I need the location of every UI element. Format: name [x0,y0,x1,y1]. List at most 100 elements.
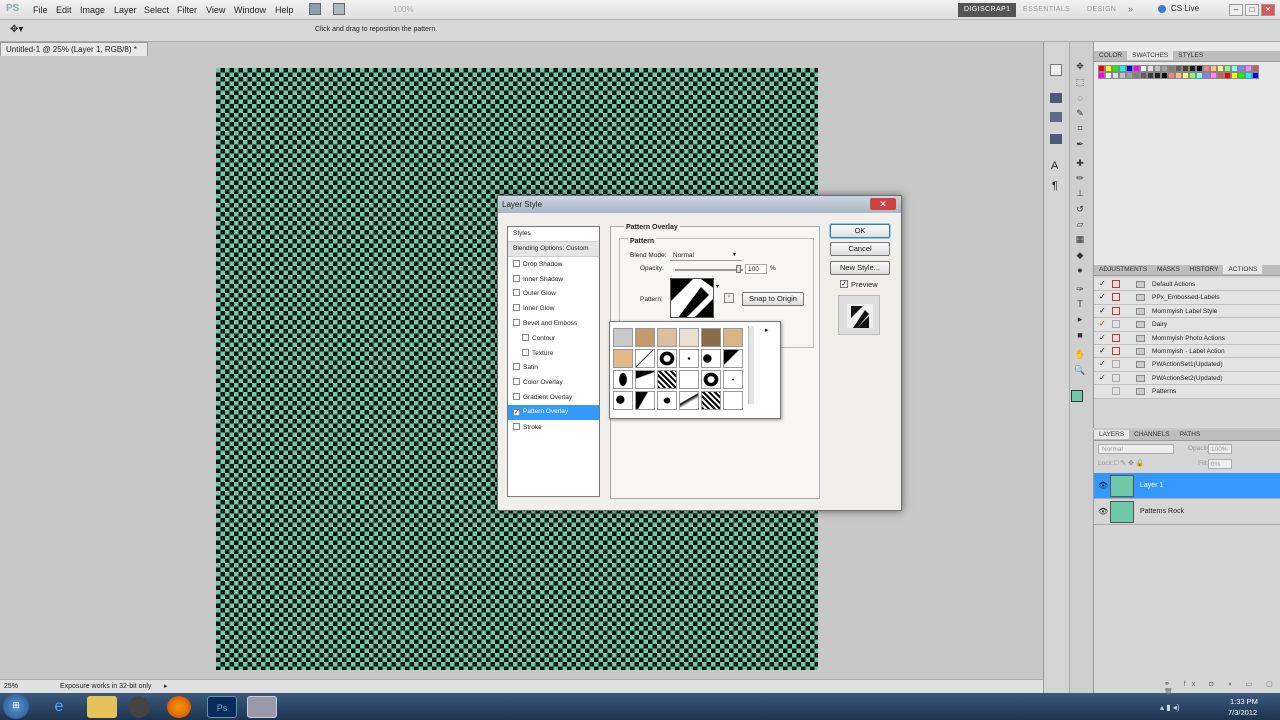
menu-image[interactable]: Image [80,5,105,15]
blur-tool-icon[interactable]: ◆ [1073,249,1087,262]
history-brush-icon[interactable]: ↺ [1073,203,1087,216]
pattern-swatch[interactable] [679,391,699,410]
effect-pattern-overlay[interactable]: ✓ Pattern Overlay [508,404,599,420]
tab-actions[interactable]: ACTIONS [1223,265,1263,274]
color-swatch[interactable] [1238,72,1245,79]
zoom-tool-icon[interactable]: 🔍 [1073,364,1087,377]
checkbox[interactable] [513,422,520,430]
pattern-swatch[interactable] [613,328,633,347]
pattern-swatch[interactable] [635,391,655,410]
effect-outer-glow[interactable]: Outer Glow [508,286,599,301]
move-tool-icon[interactable]: ✥▾ [10,24,23,35]
color-swatch[interactable] [1182,72,1189,79]
color-swatch[interactable] [1175,65,1182,72]
color-swatch[interactable] [1140,65,1147,72]
effect-color-overlay[interactable]: Color Overlay [508,375,599,390]
cs-live-menu[interactable]: CS Live [1171,4,1199,13]
pattern-swatch[interactable] [723,391,743,410]
tab-history[interactable]: HISTORY [1185,265,1224,274]
pattern-swatch[interactable] [657,370,677,389]
tab-color[interactable]: COLOR [1094,51,1127,60]
workspace-essentials[interactable]: ESSENTIALS [1017,3,1076,17]
clone-source-icon[interactable] [1050,134,1062,144]
effect-inner-shadow[interactable]: Inner Shadow [508,272,599,287]
color-swatch[interactable] [1098,65,1105,72]
minibridge-icon[interactable] [333,3,345,15]
character-icon[interactable]: A [1051,160,1058,172]
tab-paths[interactable]: PATHS [1175,430,1206,439]
popup-scrollbar[interactable] [748,326,754,404]
effect-bevel-emboss[interactable]: Bevel and Emboss [508,316,599,331]
action-set-row[interactable]: ✓ Mommyish Label Style [1094,304,1280,319]
color-swatch[interactable] [1238,65,1245,72]
menu-file[interactable]: File [33,5,48,15]
color-swatch[interactable] [1210,65,1217,72]
pattern-picker[interactable] [670,278,714,318]
color-swatch[interactable] [1189,65,1196,72]
path-select-icon[interactable]: ▸ [1073,313,1087,326]
layer-row[interactable]: 👁 Patterns Rock [1094,499,1280,525]
effect-stroke[interactable]: Stroke [508,420,599,435]
action-set-row[interactable]: ✓ PWActionSet1(Updated) [1094,358,1280,372]
brushes-icon[interactable] [1050,112,1062,122]
color-swatch[interactable] [1217,65,1224,72]
color-swatch[interactable] [1224,65,1231,72]
chevron-down-icon[interactable]: ▾ [733,251,736,258]
color-swatch[interactable] [1154,65,1161,72]
dodge-tool-icon[interactable]: ● [1073,264,1087,277]
pattern-swatch[interactable] [613,349,633,368]
color-swatch[interactable] [1189,72,1196,79]
start-button[interactable]: ⊞ [3,694,29,719]
action-set-row[interactable]: Patterns [1094,385,1280,399]
foreground-color-swatch[interactable] [1071,390,1083,402]
styles-header[interactable]: Styles [508,227,599,242]
photoshop-taskbar-button[interactable]: Ps [207,696,237,718]
effect-contour[interactable]: Contour [508,331,599,346]
blend-mode-select[interactable]: Normal [1098,444,1174,454]
blending-options[interactable]: Blending Options: Custom [508,242,599,257]
color-swatch[interactable] [1245,72,1252,79]
color-swatch[interactable] [1147,65,1154,72]
action-set-row[interactable]: ✓ Mommyish - Label Action [1094,344,1280,359]
color-swatch[interactable] [1133,65,1140,72]
color-swatch[interactable] [1119,72,1126,79]
pen-tool-icon[interactable]: ✑ [1073,283,1087,296]
status-menu-icon[interactable]: ▸ [164,682,168,690]
pattern-swatch[interactable] [635,349,655,368]
color-swatch[interactable] [1133,72,1140,79]
fill-input[interactable]: 0% [1208,459,1232,469]
pattern-swatch[interactable] [723,349,743,368]
color-swatch[interactable] [1231,72,1238,79]
bridge-icon[interactable] [309,3,321,15]
color-swatch[interactable] [1210,72,1217,79]
opacity-input[interactable]: 100% [1208,444,1232,454]
menu-edit[interactable]: Edit [56,5,72,15]
dialog-title[interactable]: Layer Style [498,196,901,213]
pattern-swatch[interactable] [701,328,721,347]
color-swatch[interactable] [1161,65,1168,72]
blend-mode-dropdown[interactable]: Normal [670,250,742,261]
color-swatch[interactable] [1140,72,1147,79]
pattern-swatch[interactable] [679,328,699,347]
dialog-close-button[interactable]: ✕ [870,198,896,210]
layer-row[interactable]: 👁 Layer 1 [1094,473,1280,499]
eye-icon[interactable]: 👁 [1098,481,1108,490]
color-swatch[interactable] [1126,65,1133,72]
stamp-tool-icon[interactable]: ⊥ [1073,187,1087,200]
menu-window[interactable]: Window [234,5,266,15]
close-button[interactable]: ✕ [1261,4,1275,16]
pattern-swatch[interactable] [613,370,633,389]
opacity-input[interactable]: 100 [745,264,767,274]
new-style-button[interactable]: New Style... [830,261,890,275]
effect-gradient-overlay[interactable]: Gradient Overlay [508,390,599,405]
popup-menu-icon[interactable]: ▸ [765,326,769,334]
pattern-swatch[interactable] [679,349,699,368]
type-tool-icon[interactable]: T [1073,298,1087,311]
color-swatch[interactable] [1217,72,1224,79]
clock-time[interactable]: 1:33 PM [1230,697,1258,706]
menu-help[interactable]: Help [275,5,294,15]
tab-layers[interactable]: LAYERS [1094,430,1130,439]
tab-styles[interactable]: STYLES [1173,51,1208,60]
new-preset-icon[interactable]: ▫ [724,293,734,303]
pattern-swatch[interactable] [701,349,721,368]
